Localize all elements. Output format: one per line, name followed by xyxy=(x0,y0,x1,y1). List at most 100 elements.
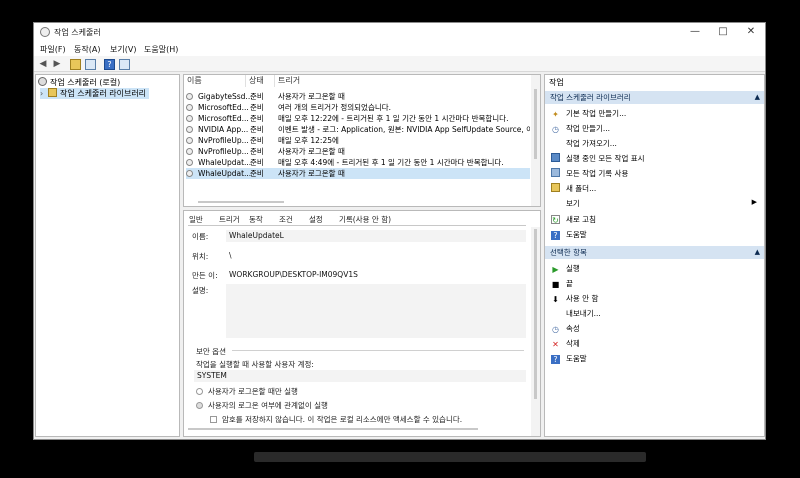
action-export[interactable]: 내보내기... xyxy=(551,308,601,319)
task-row[interactable]: NvProfileUp... 준비 매일 오후 12:25에 xyxy=(186,135,530,146)
folder-icon xyxy=(48,88,57,97)
folder-up-icon[interactable] xyxy=(70,59,81,70)
view-icon xyxy=(551,198,560,207)
task-row[interactable]: NvProfileUp... 준비 사용자가 로그온할 때 xyxy=(186,146,530,157)
tab-triggers[interactable]: 트리거 xyxy=(219,214,240,225)
arrow-left-icon[interactable]: ◀ xyxy=(37,58,49,70)
task-icon xyxy=(186,159,193,166)
close-button[interactable]: ✕ xyxy=(745,26,757,38)
action-create-task[interactable]: ◷ 작업 만들기... xyxy=(551,123,610,134)
action-view[interactable]: 보기 ▶ xyxy=(551,198,757,209)
tab-conditions[interactable]: 조건 xyxy=(279,214,293,225)
tree-root-label: 작업 스케줄러 (로컬) xyxy=(50,78,121,87)
taskbar-shadow xyxy=(254,452,646,462)
collapse-icon[interactable]: ▲ xyxy=(755,91,760,104)
action-section-library-label: 작업 스케줄러 라이브러리 xyxy=(550,93,631,102)
menu-view[interactable]: 보기(V) xyxy=(110,44,136,55)
menu-file[interactable]: 파일(F) xyxy=(40,44,66,55)
run-icon: ▶ xyxy=(552,265,559,274)
task-icon xyxy=(186,93,193,100)
scrollbar-thumb[interactable] xyxy=(534,89,537,159)
menu-help[interactable]: 도움말(H) xyxy=(144,44,178,55)
task-name: MicrosoftEd... xyxy=(198,114,249,123)
task-status: 준비 xyxy=(250,158,264,167)
description-label: 설명: xyxy=(192,286,209,295)
task-row[interactable]: GigabyteSsd... 준비 사용자가 로그온할 때 xyxy=(186,91,530,102)
action-end[interactable]: ■ 끝 xyxy=(551,278,573,289)
task-row[interactable]: MicrosoftEd... 준비 여러 개의 트리거가 정의되었습니다. xyxy=(186,102,530,113)
action-refresh[interactable]: ↻ 새로 고침 xyxy=(551,214,596,225)
radio-button[interactable] xyxy=(196,388,203,395)
action-create-basic-task[interactable]: ✦ 기본 작업 만들기... xyxy=(551,108,626,119)
action-help-selected[interactable]: ? 도움말 xyxy=(551,353,587,364)
menu-action[interactable]: 동작(A) xyxy=(74,44,100,55)
action-show-running[interactable]: 실행 중인 모든 작업 표시 xyxy=(551,153,645,164)
help-icon[interactable]: ? xyxy=(104,59,115,70)
action-section-library[interactable]: 작업 스케줄러 라이브러리 ▲ xyxy=(545,91,764,104)
delete-icon: ✕ xyxy=(552,340,559,349)
action-run[interactable]: ▶ 실행 xyxy=(551,263,579,274)
tree-item-library[interactable]: › 작업 스케줄러 라이브러리 xyxy=(40,88,150,99)
task-icon xyxy=(186,170,193,177)
tree-root[interactable]: 작업 스케줄러 (로컬) xyxy=(38,77,120,88)
description-field[interactable] xyxy=(226,284,526,338)
collapse-icon[interactable]: ▲ xyxy=(755,246,760,259)
refresh-icon: ↻ xyxy=(551,215,560,225)
action-properties[interactable]: ◷ 속성 xyxy=(551,323,580,334)
minimize-button[interactable]: — xyxy=(689,26,701,38)
checkbox[interactable] xyxy=(210,416,217,423)
import-icon xyxy=(551,138,560,147)
action-enable-history[interactable]: 모든 작업 기록 사용 xyxy=(551,168,628,179)
task-name: GigabyteSsd... xyxy=(198,92,253,101)
task-trigger: 매일 오후 12:25에 xyxy=(278,136,339,145)
maximize-button[interactable]: □ xyxy=(717,26,729,38)
radio-logon-only[interactable]: 사용자가 로그온할 때만 실행 xyxy=(196,386,298,397)
task-row[interactable]: NVIDIA App... 준비 이벤트 발생 - 로그: Application,… xyxy=(186,124,530,135)
tab-actions[interactable]: 동작 xyxy=(249,214,263,225)
task-icon xyxy=(186,137,193,144)
task-name: WhaleUpdat... xyxy=(198,158,252,167)
horizontal-scrollbar[interactable] xyxy=(198,201,284,203)
scrollbar-thumb[interactable] xyxy=(534,229,537,399)
show-action-pane-icon[interactable] xyxy=(119,59,130,70)
clock-icon xyxy=(38,77,47,86)
action-label: 새로 고침 xyxy=(566,215,596,224)
radio-button-selected[interactable] xyxy=(196,402,203,409)
tab-settings[interactable]: 설정 xyxy=(309,214,323,225)
chevron-right-icon[interactable]: › xyxy=(40,89,48,98)
arrow-right-icon[interactable]: ▶ xyxy=(51,58,63,70)
location-label: 위치: xyxy=(192,252,209,261)
task-list-scrollbar[interactable] xyxy=(531,75,540,206)
author-value: WORKGROUP\DESKTOP-IM09QV1S xyxy=(226,269,526,281)
tab-general[interactable]: 일반 xyxy=(189,214,203,225)
tree-pane: 작업 스케줄러 (로컬) › 작업 스케줄러 라이브러리 xyxy=(35,74,180,437)
column-name[interactable]: 이름 xyxy=(184,75,246,87)
action-disable[interactable]: ⬇ 사용 안 함 xyxy=(551,293,598,304)
task-status: 준비 xyxy=(250,92,264,101)
action-new-folder[interactable]: 새 폴더... xyxy=(551,183,596,194)
run-as-account: SYSTEM xyxy=(194,370,526,382)
show-hide-tree-icon[interactable] xyxy=(85,59,96,70)
task-scheduler-icon xyxy=(40,27,50,37)
action-delete[interactable]: ✕ 삭제 xyxy=(551,338,580,349)
export-icon xyxy=(551,308,560,317)
radio-whether-logon[interactable]: 사용자의 로그온 여부에 관계없이 실행 xyxy=(196,400,328,411)
name-field[interactable]: WhaleUpdateL xyxy=(226,230,526,242)
action-import-task[interactable]: 작업 가져오기... xyxy=(551,138,617,149)
detail-scrollbar[interactable] xyxy=(531,227,540,436)
task-row[interactable]: WhaleUpdat... 준비 매일 오후 4:49에 - 트리거된 후 1 일 … xyxy=(186,157,530,168)
name-label: 이름: xyxy=(192,232,209,241)
task-trigger: 사용자가 로그온할 때 xyxy=(278,147,345,156)
task-row[interactable]: MicrosoftEd... 준비 매일 오후 12:22에 - 트리거된 후 1 … xyxy=(186,113,530,124)
history-icon xyxy=(551,168,560,177)
action-help[interactable]: ? 도움말 xyxy=(551,229,587,240)
tab-history[interactable]: 기록(사용 안 함) xyxy=(339,214,391,225)
horizontal-scrollbar[interactable] xyxy=(188,428,478,430)
action-label: 사용 안 함 xyxy=(566,294,599,303)
column-trigger[interactable]: 트리거 xyxy=(275,75,531,87)
task-row-selected[interactable]: WhaleUpdat... 준비 사용자가 로그온할 때 xyxy=(186,168,530,179)
checkbox-no-password[interactable]: 암호를 저장하지 않습니다. 이 작업은 로컬 리소스에만 액세스할 수 있습니… xyxy=(210,414,462,425)
disable-icon: ⬇ xyxy=(552,295,559,304)
action-section-selected[interactable]: 선택한 항목 ▲ xyxy=(545,246,764,259)
column-status[interactable]: 상태 xyxy=(246,75,275,87)
